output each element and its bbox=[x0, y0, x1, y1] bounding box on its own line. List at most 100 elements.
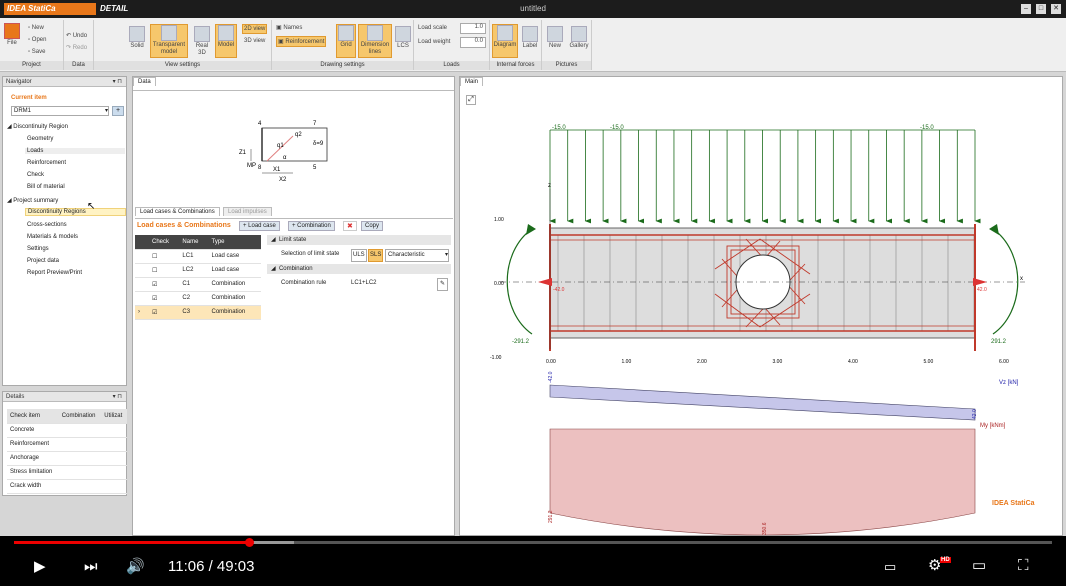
title-bar: IDEA StatiCa DETAIL untitled – □ ✕ bbox=[0, 0, 1066, 18]
rule-value[interactable]: LC1+LC2 bbox=[351, 278, 377, 289]
details-col-utilization: Utilizat bbox=[101, 409, 127, 424]
tab-load-impulses[interactable]: Load impulses bbox=[223, 207, 272, 216]
new-button[interactable]: ▫ New bbox=[28, 25, 44, 31]
add-load-case-button[interactable]: + Load case bbox=[239, 221, 280, 231]
load-value-right: -15.0 bbox=[920, 125, 934, 131]
undo-button[interactable]: ↶ Undo bbox=[66, 32, 87, 39]
model-button[interactable]: Model bbox=[215, 24, 237, 58]
table-row[interactable]: ☑ C2 Combination bbox=[135, 291, 261, 306]
volume-icon[interactable]: 🔊 bbox=[126, 557, 145, 577]
tree-materials[interactable]: Materials & models bbox=[27, 234, 78, 240]
maximize-button[interactable]: □ bbox=[1036, 4, 1046, 14]
group-label-loads: Loads bbox=[414, 61, 489, 70]
view-3d-button[interactable]: 3D view bbox=[244, 38, 265, 44]
table-row[interactable]: ☑ C1 Combination bbox=[135, 277, 261, 292]
diagram-button[interactable]: Diagram bbox=[492, 24, 518, 58]
tree-report[interactable]: Report Preview/Print bbox=[27, 270, 82, 276]
details-row[interactable]: Stress limitation bbox=[7, 465, 127, 480]
left-force-arrow bbox=[538, 278, 552, 286]
grid-button[interactable]: Grid bbox=[336, 24, 356, 58]
transparent-model-button[interactable]: Transparent model bbox=[150, 24, 188, 58]
add-item-button[interactable]: + bbox=[112, 106, 124, 116]
redo-button[interactable]: ↷ Redo bbox=[66, 44, 87, 51]
tree-settings[interactable]: Settings bbox=[27, 246, 49, 252]
sls-button[interactable]: SLS bbox=[368, 249, 384, 262]
details-row[interactable]: Anchorage bbox=[7, 451, 127, 466]
tab-load-cases[interactable]: Load cases & Combinations bbox=[135, 207, 220, 216]
tab-main[interactable]: Main bbox=[460, 77, 484, 86]
play-icon[interactable]: ▶ bbox=[34, 557, 46, 577]
file-button[interactable]: File bbox=[2, 23, 22, 47]
new-picture-button[interactable]: New bbox=[546, 26, 564, 50]
minimize-button[interactable]: – bbox=[1021, 4, 1031, 14]
ribbon-group-project: File ▫ New ▫ Open ▫ Save Project bbox=[0, 20, 64, 70]
details-row-label: Concrete bbox=[7, 423, 59, 438]
table-row[interactable]: ☐ LC2 Load case bbox=[135, 263, 261, 278]
captions-icon[interactable]: ▭ bbox=[884, 557, 896, 577]
lcs-icon bbox=[395, 26, 411, 42]
fullscreen-icon[interactable]: ⛶ bbox=[1018, 556, 1029, 576]
characteristic-select[interactable]: Characteristic ▾ bbox=[385, 249, 449, 262]
tab-data[interactable]: Data bbox=[133, 77, 156, 86]
ribbon-group-pictures: New Gallery Pictures bbox=[542, 20, 592, 70]
names-toggle[interactable]: ▣ Names bbox=[276, 24, 302, 31]
save-button[interactable]: ▫ Save bbox=[28, 49, 45, 55]
tree-discontinuity-regions[interactable]: Discontinuity Regions bbox=[25, 208, 126, 216]
file-label: File bbox=[7, 40, 17, 46]
gallery-label: Gallery bbox=[569, 43, 589, 49]
label-button[interactable]: Label bbox=[520, 26, 540, 50]
row-checkbox[interactable]: ☑ bbox=[149, 305, 180, 320]
tree-geometry[interactable]: Geometry bbox=[27, 136, 53, 142]
open-button[interactable]: ▫ Open bbox=[28, 37, 46, 43]
add-combination-button[interactable]: + Combination bbox=[288, 221, 335, 231]
close-button[interactable]: ✕ bbox=[1051, 4, 1061, 14]
row-checkbox[interactable]: ☑ bbox=[149, 291, 180, 306]
load-weight-input[interactable]: 0.0 bbox=[460, 37, 486, 48]
group-label-project: Project bbox=[0, 61, 63, 70]
theater-mode-icon[interactable]: ▭ bbox=[972, 556, 986, 576]
load-scale-input[interactable]: 1.0 bbox=[460, 23, 486, 34]
tree-reinforcement[interactable]: Reinforcement bbox=[27, 160, 66, 166]
solid-button[interactable]: Solid bbox=[126, 26, 148, 50]
row-checkbox[interactable]: ☐ bbox=[149, 249, 180, 264]
next-icon[interactable]: ⏭ bbox=[84, 557, 98, 577]
model-label: Model bbox=[217, 42, 235, 48]
progress-scrubber[interactable] bbox=[244, 538, 254, 547]
tree-project-summary[interactable]: ◢ Project summary bbox=[7, 197, 58, 204]
details-row[interactable]: Concrete bbox=[7, 423, 127, 438]
details-row[interactable]: Crack width bbox=[7, 479, 127, 494]
tree-discontinuity-region[interactable]: ◢ Discontinuity Region bbox=[7, 123, 68, 130]
table-row-selected[interactable]: › ☑ C3 Combination bbox=[135, 305, 261, 320]
label-btn-label: Label bbox=[522, 43, 538, 49]
details-row[interactable]: Reinforcement bbox=[7, 437, 127, 452]
col-name[interactable]: Name bbox=[179, 235, 209, 250]
dimension-lines-button[interactable]: Dimension lines bbox=[358, 24, 392, 58]
tree-loads[interactable]: Loads bbox=[25, 148, 125, 154]
reinforcement-toggle[interactable]: ▣ Reinforcement bbox=[276, 36, 327, 47]
tree-check[interactable]: Check bbox=[27, 172, 44, 178]
delete-icon[interactable]: ✖ bbox=[343, 221, 357, 231]
tree-cross-sections[interactable]: Cross-sections bbox=[27, 222, 67, 228]
current-item-select[interactable]: DRM1 ▾ bbox=[11, 106, 109, 116]
add-combination-label: Combination bbox=[297, 223, 331, 229]
limit-state-category[interactable]: ◢ Limit state bbox=[267, 235, 451, 245]
reinforcement-label: Reinforcement bbox=[285, 39, 325, 45]
right-moment-value: 291.2 bbox=[991, 339, 1007, 345]
row-checkbox[interactable]: ☑ bbox=[149, 277, 180, 292]
edit-icon[interactable]: ✎ bbox=[437, 278, 449, 291]
col-type[interactable]: Type bbox=[208, 235, 261, 250]
tree-project-data[interactable]: Project data bbox=[27, 258, 59, 264]
tree-bill-of-material[interactable]: Bill of material bbox=[27, 184, 65, 190]
x-tick: 5.00 bbox=[924, 359, 934, 365]
combination-category[interactable]: ◢ Combination bbox=[267, 264, 451, 274]
col-check[interactable]: Check bbox=[149, 235, 180, 250]
uls-button[interactable]: ULS bbox=[351, 249, 367, 262]
left-moment-arc bbox=[506, 228, 533, 335]
real-3d-button[interactable]: Real 3D bbox=[192, 26, 212, 57]
view-2d-button[interactable]: 2D view bbox=[242, 24, 268, 34]
copy-button[interactable]: Copy bbox=[361, 221, 384, 231]
row-checkbox[interactable]: ☐ bbox=[149, 263, 180, 278]
gallery-button[interactable]: Gallery bbox=[568, 26, 590, 50]
lcs-button[interactable]: LCS bbox=[394, 26, 412, 50]
table-row[interactable]: ☐ LC1 Load case bbox=[135, 249, 261, 264]
